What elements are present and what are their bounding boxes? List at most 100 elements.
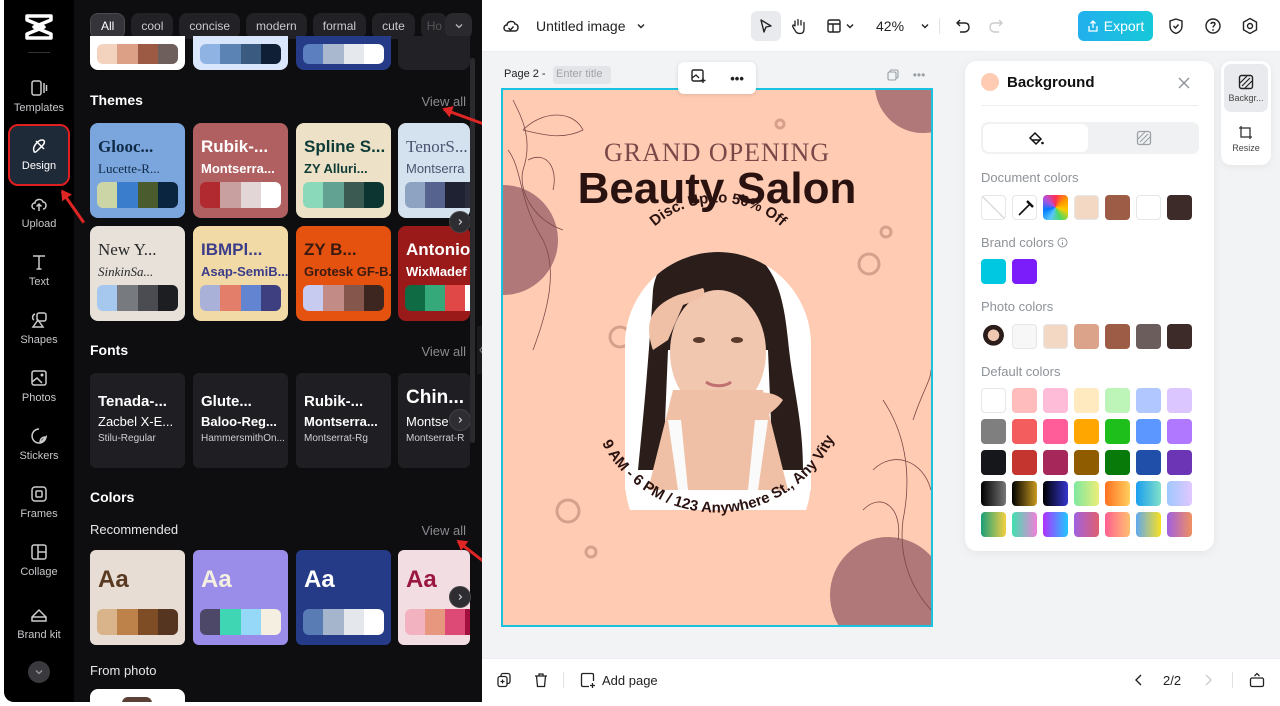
add-page-button[interactable]: Add page xyxy=(580,668,658,692)
color-swatch[interactable] xyxy=(1012,450,1037,475)
capcut-logo[interactable] xyxy=(22,12,56,42)
color-swatch[interactable] xyxy=(1074,324,1099,349)
page-title-input[interactable]: Enter title xyxy=(553,66,611,84)
color-swatch[interactable] xyxy=(1074,512,1099,537)
color-swatch[interactable] xyxy=(1136,419,1161,444)
color-swatch[interactable] xyxy=(1167,324,1192,349)
redo-button[interactable] xyxy=(986,12,1006,40)
color-swatch[interactable] xyxy=(1105,195,1130,220)
rail-more-button[interactable] xyxy=(28,661,50,683)
color-swatch[interactable] xyxy=(981,450,1006,475)
color-swatch[interactable] xyxy=(1074,419,1099,444)
rail-item-shapes[interactable]: Shapes xyxy=(10,300,68,358)
color-swatch[interactable] xyxy=(1043,388,1068,413)
color-swatch[interactable] xyxy=(1167,195,1192,220)
cloud-save-icon[interactable] xyxy=(500,12,522,40)
color-swatch[interactable] xyxy=(1136,324,1161,349)
custom-color-picker[interactable] xyxy=(1043,195,1068,220)
color-swatch[interactable] xyxy=(1105,481,1130,506)
color-swatch[interactable] xyxy=(1012,419,1037,444)
settings-button[interactable] xyxy=(1240,12,1260,40)
color-swatch[interactable] xyxy=(1105,324,1130,349)
hand-tool-button[interactable] xyxy=(787,12,811,40)
duplicate-page-icon[interactable] xyxy=(885,66,901,84)
color-swatch[interactable] xyxy=(1105,450,1130,475)
color-swatch[interactable] xyxy=(1136,195,1161,220)
from-photo-card[interactable] xyxy=(90,689,185,702)
close-panel-button[interactable] xyxy=(1175,74,1193,92)
fonts-view-all-link[interactable]: View all xyxy=(421,344,466,359)
solid-fill-tab[interactable] xyxy=(983,124,1088,152)
theme-card[interactable]: ZY B... Grotesk GF-B... xyxy=(296,226,391,321)
theme-card[interactable]: IBMPl... Asap-SemiB... xyxy=(193,226,288,321)
color-swatch[interactable] xyxy=(1012,388,1037,413)
font-combo-card[interactable]: Glute... Baloo-Reg... HammersmithOn... xyxy=(193,373,288,468)
color-palette-card[interactable]: Aa xyxy=(193,550,288,645)
color-swatch[interactable] xyxy=(1012,324,1037,349)
color-swatch[interactable] xyxy=(1167,419,1192,444)
colors-next-button[interactable] xyxy=(449,586,471,608)
color-swatch[interactable] xyxy=(1167,450,1192,475)
color-swatch[interactable] xyxy=(1105,512,1130,537)
color-swatch[interactable] xyxy=(981,419,1006,444)
pattern-fill-tab[interactable] xyxy=(1091,124,1196,152)
pages-panel-toggle[interactable] xyxy=(1249,668,1265,692)
rail-item-design[interactable]: Design xyxy=(8,124,70,186)
rail-item-templates[interactable]: Templates xyxy=(10,68,68,126)
color-swatch[interactable] xyxy=(981,388,1006,413)
theme-card[interactable]: Rubik-... Montserra... xyxy=(193,123,288,218)
page-more-icon[interactable]: ••• xyxy=(911,66,927,84)
top-card-1[interactable] xyxy=(90,36,185,70)
color-swatch[interactable] xyxy=(1043,512,1068,537)
fonts-next-button[interactable] xyxy=(449,409,471,431)
next-page-button[interactable] xyxy=(1201,668,1215,692)
rail-item-stickers[interactable]: Stickers xyxy=(10,416,68,474)
color-swatch[interactable] xyxy=(1167,512,1192,537)
color-swatch[interactable] xyxy=(1012,481,1037,506)
shield-button[interactable] xyxy=(1166,12,1186,40)
select-tool-button[interactable] xyxy=(751,11,781,41)
color-swatch[interactable] xyxy=(1074,388,1099,413)
color-palette-card[interactable]: Aa xyxy=(296,550,391,645)
color-swatch[interactable] xyxy=(1136,481,1161,506)
color-swatch[interactable] xyxy=(1043,324,1068,349)
color-swatch[interactable] xyxy=(1105,388,1130,413)
theme-card[interactable]: New Y... SinkinSa... xyxy=(90,226,185,321)
rail-item-photos[interactable]: Photos xyxy=(10,358,68,416)
font-combo-card[interactable]: Tenada-... Zacbel X-E... Stilu-Regular xyxy=(90,373,185,468)
color-swatch[interactable] xyxy=(1043,419,1068,444)
theme-card[interactable]: Spline S... ZY Alluri... xyxy=(296,123,391,218)
themes-next-button[interactable] xyxy=(449,211,471,233)
background-tool-button[interactable]: Backgr... xyxy=(1224,64,1268,112)
help-button[interactable] xyxy=(1203,12,1223,40)
zoom-dropdown[interactable]: 42% xyxy=(876,12,930,40)
color-swatch[interactable] xyxy=(1167,388,1192,413)
color-swatch[interactable] xyxy=(981,259,1006,284)
color-swatch[interactable] xyxy=(1074,450,1099,475)
color-swatch[interactable] xyxy=(1043,450,1068,475)
top-card-4[interactable] xyxy=(398,36,470,70)
resize-tool-button[interactable]: Resize xyxy=(1224,114,1268,162)
color-swatch[interactable] xyxy=(1074,195,1099,220)
photo-thumbnail-swatch[interactable] xyxy=(981,324,1006,349)
color-swatch[interactable] xyxy=(1136,388,1161,413)
color-swatch[interactable] xyxy=(1043,481,1068,506)
color-palette-card[interactable]: Aa xyxy=(90,550,185,645)
undo-button[interactable] xyxy=(953,12,973,40)
theme-card[interactable]: Antonio-B WixMadef xyxy=(398,226,470,321)
previous-page-button[interactable] xyxy=(1132,668,1146,692)
top-card-2[interactable] xyxy=(193,36,288,70)
color-swatch[interactable] xyxy=(1167,481,1192,506)
export-button[interactable]: Export xyxy=(1078,11,1153,41)
rail-item-text[interactable]: Text xyxy=(10,242,68,300)
rail-item-collage[interactable]: Collage xyxy=(10,532,68,590)
rail-item-brand-kit[interactable]: Brand kit xyxy=(10,594,68,654)
more-options-icon[interactable]: ••• xyxy=(730,71,744,86)
no-color-swatch[interactable] xyxy=(981,195,1006,220)
color-swatch[interactable] xyxy=(1012,259,1037,284)
color-swatch[interactable] xyxy=(1105,419,1130,444)
rail-item-frames[interactable]: Frames xyxy=(10,474,68,532)
theme-card[interactable]: TenorS... Montserra xyxy=(398,123,470,218)
duplicate-page-button[interactable] xyxy=(496,668,512,692)
color-swatch[interactable] xyxy=(1136,450,1161,475)
